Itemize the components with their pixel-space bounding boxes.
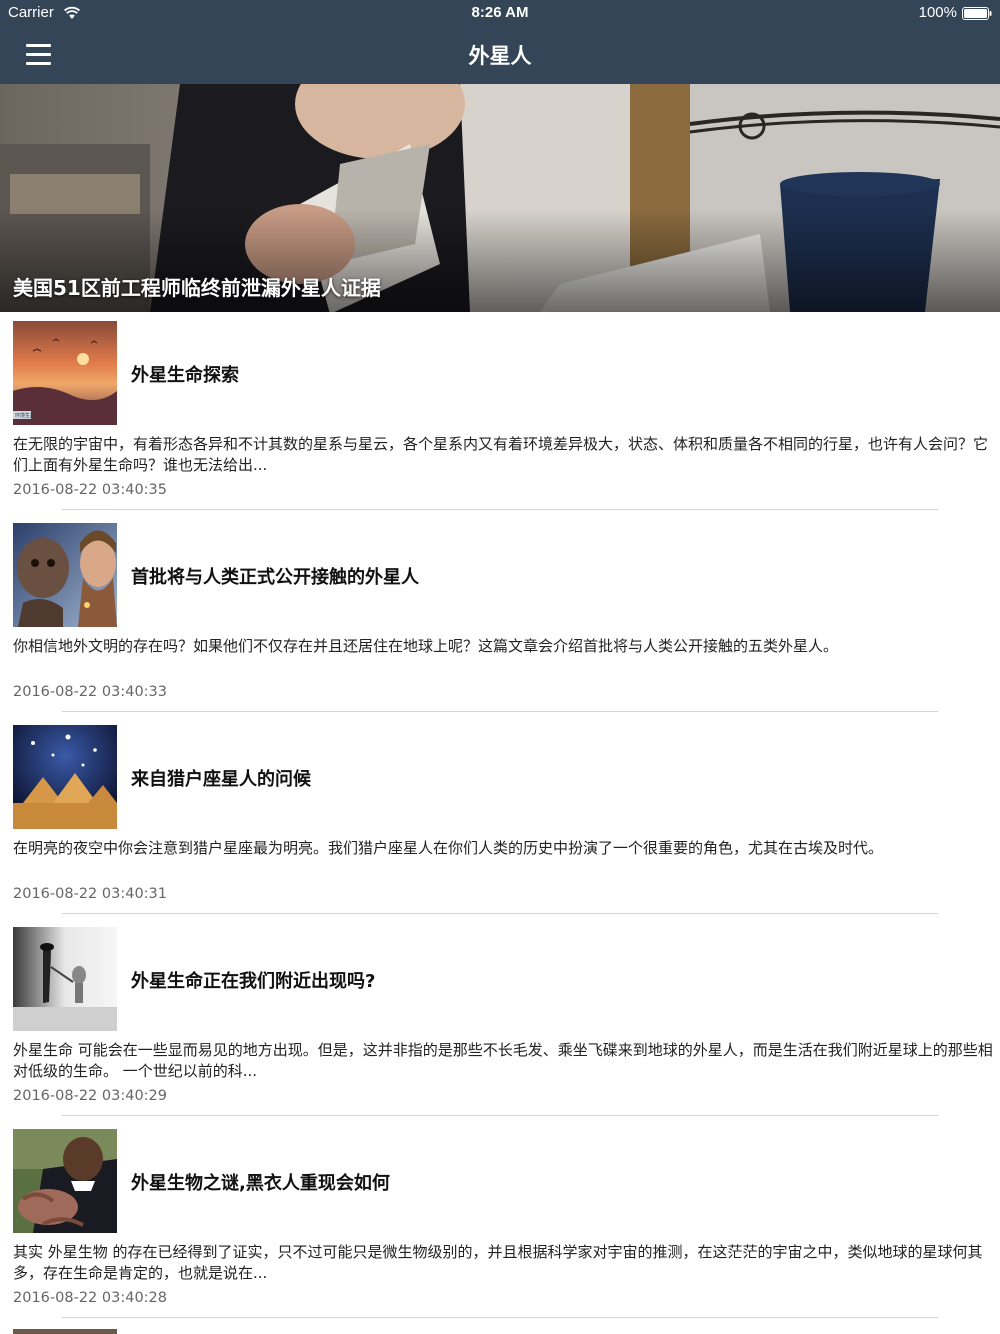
article-date: 2016-08-22 03:40:31 [13,886,167,902]
article-title: 外星生命探索 [131,365,239,386]
list-item[interactable]: 外星生命正在我们附近出现吗? 外星生命 可能会在一些显而易见的地方出现。但是，这… [0,918,1000,1120]
article-list: 环境生态 外星生命探索 在无限的宇宙中，有着形态各异和不计其数的星系与星云，各个… [0,312,1000,1322]
article-title: 外星生物之谜,黑衣人重现会如何 [131,1173,390,1194]
list-item[interactable]: 外星生物之谜,黑衣人重现会如何 其实 外星生物 的存在已经得到了证实，只不过可能… [0,1120,1000,1322]
article-thumbnail [13,1129,117,1233]
article-summary: 在无限的宇宙中，有着形态各异和不计其数的星系与星云，各个星系内又有着环境差异极大… [13,435,989,474]
article-date: 2016-08-22 03:40:35 [13,482,167,498]
list-item[interactable]: 来自猎户座星人的问候 在明亮的夜空中你会注意到猎户星座最为明亮。我们猎户座星人在… [0,716,1000,918]
status-time: 8:26 AM [471,4,529,21]
article-title: 首批将与人类正式公开接触的外星人 [131,567,419,588]
article-date: 2016-08-22 03:40:29 [13,1088,167,1104]
top-navigation-bar: Carrier 8:26 AM 100% 外星人 [0,0,1000,84]
article-summary: 外星生命 可能会在一些显而易见的地方出现。但是，这并非指的是那些不长毛发、乘坐飞… [13,1041,993,1080]
article-thumbnail: 环境生态 [13,321,117,425]
battery-icon [962,7,992,20]
battery-percentage: 100% [918,4,957,21]
article-summary: 你相信地外文明的存在吗？如果他们不仅存在并且还居住在地球上呢？这篇文章会介绍首批… [13,637,839,655]
divider [62,1115,938,1116]
divider [62,509,938,510]
hero-caption: 美国51区前工程师临终前泄漏外星人证据 [13,276,381,300]
divider [62,711,938,712]
list-item[interactable]: 首批将与人类正式公开接触的外星人 你相信地外文明的存在吗？如果他们不仅存在并且还… [0,514,1000,716]
article-title: 外星生命正在我们附近出现吗? [131,971,376,992]
article-date: 2016-08-22 03:40:28 [13,1290,167,1306]
status-bar: Carrier 8:26 AM 100% [0,0,1000,28]
divider [62,913,938,914]
article-title: 来自猎户座星人的问候 [131,769,311,790]
article-thumbnail [13,725,117,829]
thumbnail-badge: 环境生态 [15,412,35,419]
article-thumbnail [13,1329,117,1334]
hero-banner[interactable]: 美国51区前工程师临终前泄漏外星人证据 [0,84,1000,312]
article-thumbnail [13,927,117,1031]
article-summary: 在明亮的夜空中你会注意到猎户星座最为明亮。我们猎户座星人在你们人类的历史中扮演了… [13,839,884,857]
divider [62,1317,938,1318]
article-thumbnail [13,523,117,627]
list-item[interactable]: 环境生态 外星生命探索 在无限的宇宙中，有着形态各异和不计其数的星系与星云，各个… [0,312,1000,514]
page-title: 外星人 [468,44,532,68]
article-summary: 其实 外星生物 的存在已经得到了证实，只不过可能只是微生物级别的，并且根据科学家… [13,1243,983,1282]
article-date: 2016-08-22 03:40:33 [13,684,167,700]
